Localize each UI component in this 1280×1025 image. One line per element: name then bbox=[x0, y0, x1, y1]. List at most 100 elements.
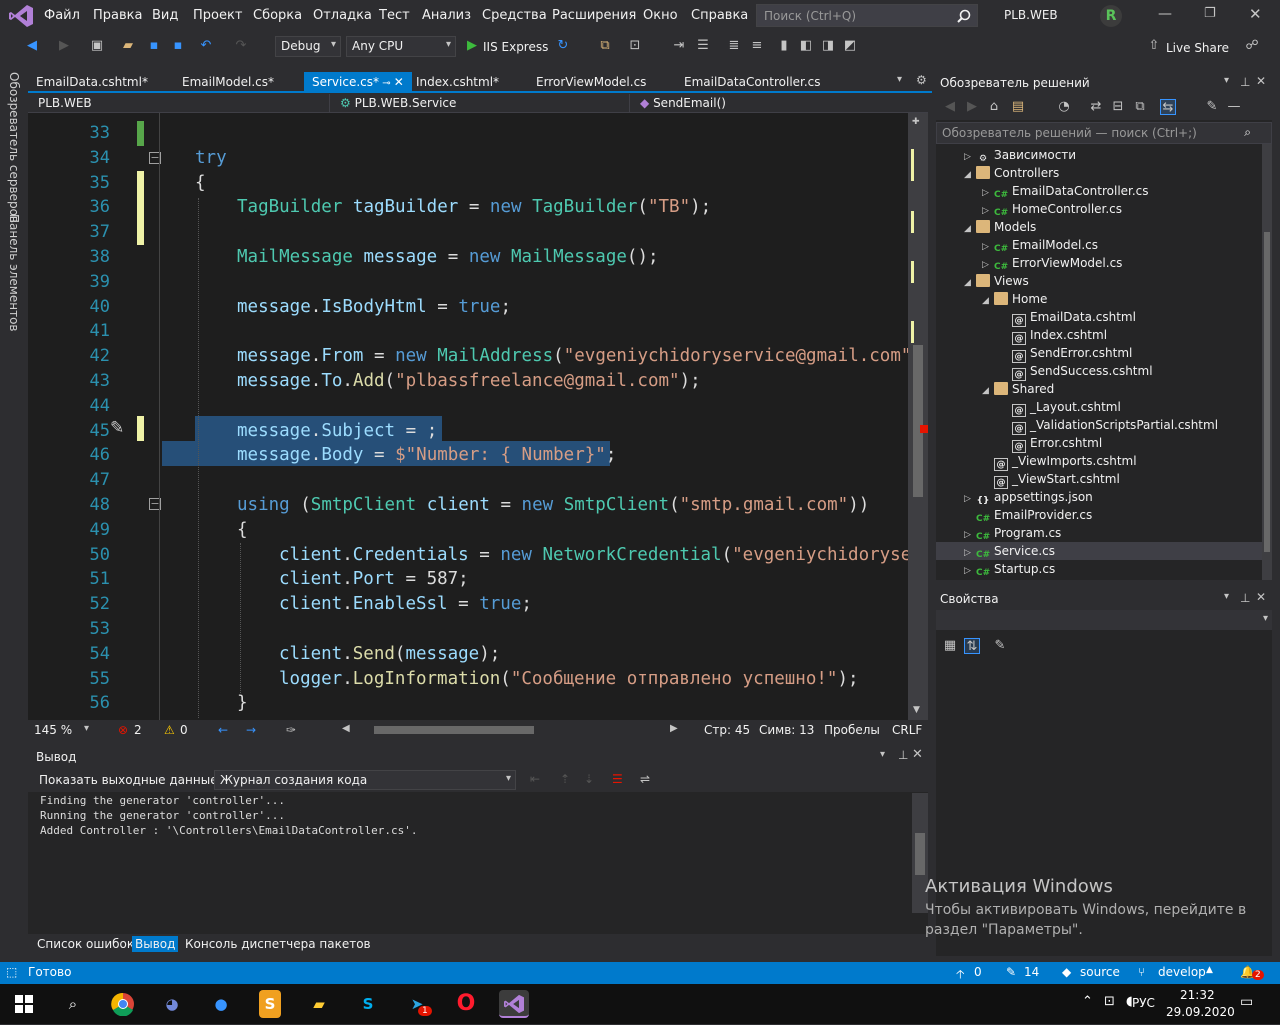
visual-studio-taskbar-icon[interactable] bbox=[499, 990, 529, 1018]
scroll-left-icon[interactable]: ◀ bbox=[342, 723, 350, 734]
close-panel-icon[interactable]: ✕ bbox=[912, 747, 923, 762]
code-line[interactable]: 54 client.Send(message); bbox=[28, 642, 908, 667]
warning-count[interactable]: 0 bbox=[180, 723, 188, 737]
menu-7[interactable]: Анализ bbox=[422, 8, 471, 23]
horizontal-scroll-thumb[interactable] bbox=[374, 726, 534, 734]
code-line[interactable]: 56} bbox=[28, 691, 908, 716]
toolbox-tab[interactable]: Панель элементов bbox=[7, 214, 21, 332]
tree-item[interactable]: C# EmailProvider.cs bbox=[936, 506, 1262, 524]
tree-item[interactable]: ◢ Views bbox=[936, 272, 1262, 290]
se-home-icon[interactable]: ⌂ bbox=[986, 99, 1002, 115]
save-icon[interactable]: ▪ bbox=[146, 38, 162, 54]
visual-studio-logo-icon[interactable] bbox=[8, 4, 34, 28]
bottom-tab[interactable]: Консоль диспетчера пакетов bbox=[182, 936, 374, 952]
live-share-button[interactable]: Live Share bbox=[1166, 41, 1229, 55]
tree-item[interactable]: ◢ Shared bbox=[936, 380, 1262, 398]
clear-all-icon[interactable]: ☰ bbox=[612, 772, 623, 786]
code-line[interactable]: 46 message.Body = $"Number: { Number}"; bbox=[28, 443, 908, 468]
menu-0[interactable]: Файл bbox=[44, 8, 80, 23]
bottom-tab[interactable]: Вывод bbox=[132, 936, 179, 952]
menu-11[interactable]: Справка bbox=[691, 8, 748, 23]
scroll-right-icon[interactable]: ▶ bbox=[670, 723, 678, 734]
editor-vertical-scrollbar[interactable]: ✚ ▼ bbox=[908, 113, 928, 720]
screenshot-icon[interactable]: ⊡ bbox=[627, 38, 643, 54]
doc-tab[interactable]: Service.cs* ⊸ ✕ bbox=[304, 72, 412, 92]
tree-item[interactable]: ▷ C# Program.cs bbox=[936, 524, 1262, 542]
tree-item[interactable]: ◢ Controllers bbox=[936, 164, 1262, 182]
se-close-icon[interactable]: ✕ bbox=[1256, 74, 1266, 88]
minimize-icon[interactable]: — bbox=[1158, 6, 1172, 22]
file-explorer-icon[interactable]: ▰ bbox=[304, 990, 334, 1018]
push-icon[interactable]: 🡡 bbox=[956, 965, 965, 986]
tab-settings-icon[interactable]: ⚙ bbox=[916, 73, 927, 87]
branch-icon[interactable]: ⑂ bbox=[1138, 965, 1145, 979]
member-dropdown[interactable]: ◆ SendEmail() bbox=[634, 94, 928, 112]
uncomment-icon[interactable]: ≡ bbox=[749, 38, 765, 54]
se-sync-icon[interactable]: ⇄ bbox=[1088, 99, 1104, 115]
new-project-icon[interactable]: ▣ bbox=[89, 38, 105, 54]
configuration-select[interactable]: Debug bbox=[275, 36, 341, 57]
menu-10[interactable]: Окно bbox=[643, 8, 678, 23]
menu-2[interactable]: Вид bbox=[152, 8, 178, 23]
code-line[interactable]: 45 message.Subject = ; bbox=[28, 419, 908, 444]
pin-tab-icon[interactable]: ⊸ bbox=[379, 78, 394, 89]
taskbar-search-icon[interactable]: ⌕ bbox=[58, 990, 88, 1018]
panel-menu-icon[interactable]: ▾ bbox=[880, 749, 885, 760]
opera-icon[interactable]: O bbox=[451, 990, 481, 1018]
back-icon[interactable]: ◀ bbox=[24, 38, 40, 54]
code-line[interactable]: 49 { bbox=[28, 518, 908, 543]
branch-dropdown-icon[interactable]: ▲ bbox=[1206, 965, 1213, 975]
repo-name[interactable]: source bbox=[1080, 965, 1120, 979]
code-line[interactable]: 55 logger.LogInformation("Сообщение отпра… bbox=[28, 667, 908, 692]
expander-icon[interactable]: ▷ bbox=[964, 562, 976, 580]
sublime-text-icon[interactable]: S bbox=[259, 990, 281, 1018]
close-window-icon[interactable]: ✕ bbox=[1249, 5, 1262, 23]
se-show-all-icon[interactable]: ⧉ bbox=[1132, 99, 1148, 115]
menu-8[interactable]: Средства bbox=[482, 8, 547, 23]
branch-name[interactable]: develop bbox=[1158, 965, 1206, 979]
bookmark-icon[interactable]: ▮ bbox=[776, 38, 792, 54]
tree-item[interactable]: @ EmailData.cshtml bbox=[936, 308, 1262, 327]
code-line[interactable]: 34 try bbox=[28, 146, 908, 171]
menu-5[interactable]: Отладка bbox=[313, 8, 372, 23]
maps-icon[interactable]: ● bbox=[206, 990, 236, 1018]
action-center-icon[interactable]: ▭ bbox=[1240, 994, 1253, 1010]
se-back-icon[interactable]: ◀ bbox=[942, 99, 958, 115]
code-line[interactable]: 42 message.From = new MailAddress("evgeni… bbox=[28, 344, 908, 369]
pending-changes-icon[interactable]: ✎ bbox=[1006, 965, 1016, 979]
se-preview-icon[interactable]: — bbox=[1226, 99, 1242, 115]
props-pin-icon[interactable]: ⊥ bbox=[1240, 591, 1250, 605]
windows-start-icon[interactable] bbox=[9, 990, 39, 1018]
tree-item[interactable]: ◢ Home bbox=[936, 290, 1262, 308]
code-line[interactable]: 53 bbox=[28, 617, 908, 642]
se-pin-icon[interactable]: ⊥ bbox=[1240, 75, 1250, 89]
menu-6[interactable]: Тест bbox=[379, 8, 410, 23]
se-collapse-icon[interactable]: ⊟ bbox=[1110, 99, 1126, 115]
se-scrollbar[interactable] bbox=[1262, 144, 1272, 580]
user-avatar[interactable]: R bbox=[1100, 5, 1122, 27]
code-editor[interactable]: − − ✎ 33 34 try 35{36 TagBuilder tagBuilder … bbox=[28, 113, 908, 720]
code-line[interactable]: 36 TagBuilder tagBuilder = new TagBuilder… bbox=[28, 195, 908, 220]
se-track-active-icon[interactable]: ⇆ bbox=[1160, 99, 1176, 115]
zoom-level[interactable]: 145 % bbox=[34, 723, 72, 737]
eol-indicator[interactable]: CRLF bbox=[892, 723, 922, 737]
code-line[interactable]: 47 bbox=[28, 468, 908, 493]
comment-icon[interactable]: ≣ bbox=[726, 38, 742, 54]
bottom-tab[interactable]: Список ошибок bbox=[34, 936, 137, 952]
save-all-icon[interactable]: ▪ bbox=[170, 38, 186, 54]
tree-item[interactable]: ▷ ⚙ Зависимости bbox=[936, 146, 1262, 164]
se-pending-changes-icon[interactable]: ◔ bbox=[1056, 99, 1072, 115]
refresh-icon[interactable]: ↻ bbox=[555, 38, 571, 54]
tree-item[interactable]: @ _Layout.cshtml bbox=[936, 398, 1262, 417]
code-line[interactable]: 41 bbox=[28, 319, 908, 344]
code-line[interactable]: 50 client.Credentials = new NetworkCreden… bbox=[28, 543, 908, 568]
code-line[interactable]: 35 { bbox=[28, 171, 908, 196]
word-wrap-icon[interactable]: ⇌ bbox=[640, 772, 650, 786]
zoom-dropdown-icon[interactable]: ▾ bbox=[84, 723, 89, 734]
tree-item[interactable]: @ Error.cshtml bbox=[936, 434, 1262, 453]
tree-item[interactable]: @ _ViewImports.cshtml bbox=[936, 452, 1262, 471]
whitespace-indicator[interactable]: Пробелы bbox=[824, 723, 880, 737]
undo-icon[interactable]: ↶ bbox=[198, 38, 214, 54]
solution-search-input[interactable]: Обозреватель решений — поиск (Ctrl+;) ⌕ bbox=[936, 122, 1272, 144]
tray-expand-icon[interactable]: ⌃ bbox=[1082, 994, 1093, 1009]
